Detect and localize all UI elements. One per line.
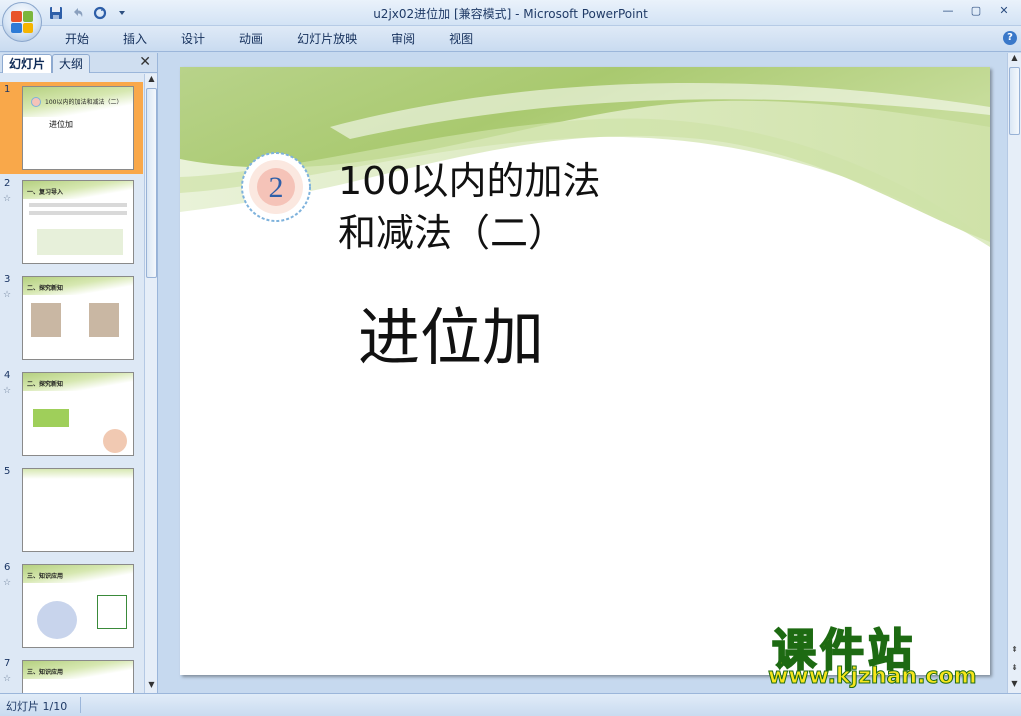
slide-number: 2 bbox=[4, 178, 11, 189]
slide-title[interactable]: 100以内的加法 和减法（二） bbox=[338, 155, 601, 259]
slide-thumbnail-5[interactable]: 5 bbox=[0, 464, 143, 558]
slide-thumbnail-1[interactable]: 1 100以内的加法和减法（二） 进位加 bbox=[0, 82, 143, 174]
thumbnail-image: 三、知识应用 bbox=[22, 564, 134, 648]
title-bar: u2jx02进位加 [兼容模式] - Microsoft PowerPoint … bbox=[0, 0, 1021, 26]
slide-number: 1 bbox=[4, 84, 11, 95]
thumbnail-list: 1 100以内的加法和减法（二） 进位加 2 ☆ 一、复习导入 3 ☆ 二、探究… bbox=[0, 74, 143, 693]
slide-counter: 幻灯片 1/10 bbox=[6, 700, 68, 713]
tab-outline[interactable]: 大纲 bbox=[52, 54, 91, 73]
tab-slides[interactable]: 幻灯片 bbox=[2, 54, 53, 73]
badge-icon: 2 bbox=[241, 152, 311, 222]
slide-thumbnail-6[interactable]: 6 ☆ 三、知识应用 bbox=[0, 560, 143, 654]
tab-design[interactable]: 设计 bbox=[164, 30, 222, 48]
animation-star-icon: ☆ bbox=[3, 194, 12, 204]
slide-subtitle[interactable]: 进位加 bbox=[358, 287, 544, 377]
slide-number: 6 bbox=[4, 562, 11, 573]
animation-star-icon: ☆ bbox=[3, 290, 12, 300]
animation-star-icon: ☆ bbox=[3, 578, 12, 588]
watermark-url: www.kjzhan.com bbox=[768, 664, 978, 690]
slides-panel: 幻灯片 大纲 ✕ 1 100以内的加法和减法（二） 进位加 2 ☆ 一、复习导入 bbox=[0, 53, 158, 693]
thumbnail-image: 二、探究新知 bbox=[22, 372, 134, 456]
scroll-thumb[interactable] bbox=[1009, 67, 1020, 135]
thumbnail-image: 二、探究新知 bbox=[22, 276, 134, 360]
tab-animations[interactable]: 动画 bbox=[222, 30, 280, 48]
slide-thumbnail-7[interactable]: 7 ☆ 三、知识应用 bbox=[0, 656, 143, 693]
watermark-logo: 课件站 www.kjzhan.com bbox=[768, 614, 1006, 692]
thumbnail-title: 三、知识应用 bbox=[27, 669, 64, 676]
scroll-up-icon[interactable]: ▲ bbox=[1008, 53, 1021, 62]
thumbnail-title: 一、复习导入 bbox=[27, 189, 64, 196]
help-icon[interactable]: ? bbox=[1003, 31, 1017, 45]
slide-canvas[interactable]: 2 100以内的加法 和减法（二） 进位加 bbox=[180, 67, 990, 675]
thumbnail-title: 二、探究新知 bbox=[27, 381, 64, 388]
tab-view[interactable]: 视图 bbox=[432, 30, 490, 48]
next-slide-icon[interactable]: ⇟ bbox=[1008, 663, 1021, 672]
scroll-down-icon[interactable]: ▼ bbox=[145, 680, 158, 693]
window-controls: — ▢ ✕ bbox=[935, 2, 1017, 20]
tab-home[interactable]: 开始 bbox=[48, 30, 106, 48]
thumbnail-title: 二、探究新知 bbox=[27, 285, 64, 292]
office-button[interactable] bbox=[2, 2, 42, 42]
slide-title-line-1: 100以内的加法 bbox=[338, 159, 601, 203]
slide-number: 5 bbox=[4, 466, 11, 477]
thumbnail-title: 100以内的加法和减法（二） bbox=[45, 99, 123, 106]
ribbon: 开始 插入 设计 动画 幻灯片放映 审阅 视图 ? bbox=[0, 26, 1021, 52]
window-title: u2jx02进位加 [兼容模式] - Microsoft PowerPoint bbox=[373, 7, 648, 21]
slide-thumbnail-2[interactable]: 2 ☆ 一、复习导入 bbox=[0, 176, 143, 270]
previous-slide-icon[interactable]: ⇞ bbox=[1008, 645, 1021, 654]
thumbnail-image: 一、复习导入 bbox=[22, 180, 134, 264]
tab-insert[interactable]: 插入 bbox=[106, 30, 164, 48]
slide-thumbnail-4[interactable]: 4 ☆ 二、探究新知 bbox=[0, 368, 143, 462]
slide-editor: 2 100以内的加法 和减法（二） 进位加 bbox=[160, 53, 1007, 693]
close-icon[interactable]: ✕ bbox=[139, 54, 151, 70]
animation-star-icon: ☆ bbox=[3, 386, 12, 396]
minimize-button[interactable]: — bbox=[935, 2, 961, 20]
status-bar: 幻灯片 1/10 bbox=[0, 693, 1021, 716]
animation-star-icon: ☆ bbox=[3, 674, 12, 684]
slide-number: 7 bbox=[4, 658, 11, 669]
badge-icon bbox=[31, 97, 41, 107]
scroll-down-icon[interactable]: ▼ bbox=[1008, 679, 1021, 688]
slide-number: 4 bbox=[4, 370, 11, 381]
thumbnail-image bbox=[22, 468, 134, 552]
close-button[interactable]: ✕ bbox=[991, 2, 1017, 20]
tab-review[interactable]: 审阅 bbox=[374, 30, 432, 48]
slide-thumbnail-3[interactable]: 3 ☆ 二、探究新知 bbox=[0, 272, 143, 366]
thumbnail-image: 三、知识应用 bbox=[22, 660, 134, 693]
thumbnail-title: 三、知识应用 bbox=[27, 573, 64, 580]
panel-tabs: 幻灯片 大纲 ✕ bbox=[0, 53, 157, 73]
thumbnail-image: 100以内的加法和减法（二） 进位加 bbox=[22, 86, 134, 170]
maximize-button[interactable]: ▢ bbox=[963, 2, 989, 20]
slide-number: 3 bbox=[4, 274, 11, 285]
slide-scrollbar[interactable]: ▲ ⇞ ⇟ ▼ bbox=[1007, 53, 1021, 693]
scroll-thumb[interactable] bbox=[146, 88, 157, 278]
ribbon-tabs: 开始 插入 设计 动画 幻灯片放映 审阅 视图 bbox=[48, 30, 490, 48]
badge-number: 2 bbox=[269, 171, 284, 204]
panel-scrollbar[interactable]: ▲ ▼ bbox=[144, 74, 157, 693]
slide-title-line-2: 和减法（二） bbox=[338, 211, 567, 255]
scroll-up-icon[interactable]: ▲ bbox=[145, 74, 158, 87]
tab-slideshow[interactable]: 幻灯片放映 bbox=[280, 30, 374, 48]
office-logo-icon bbox=[11, 11, 33, 33]
status-divider bbox=[80, 697, 81, 713]
thumbnail-subtitle: 进位加 bbox=[49, 120, 73, 129]
